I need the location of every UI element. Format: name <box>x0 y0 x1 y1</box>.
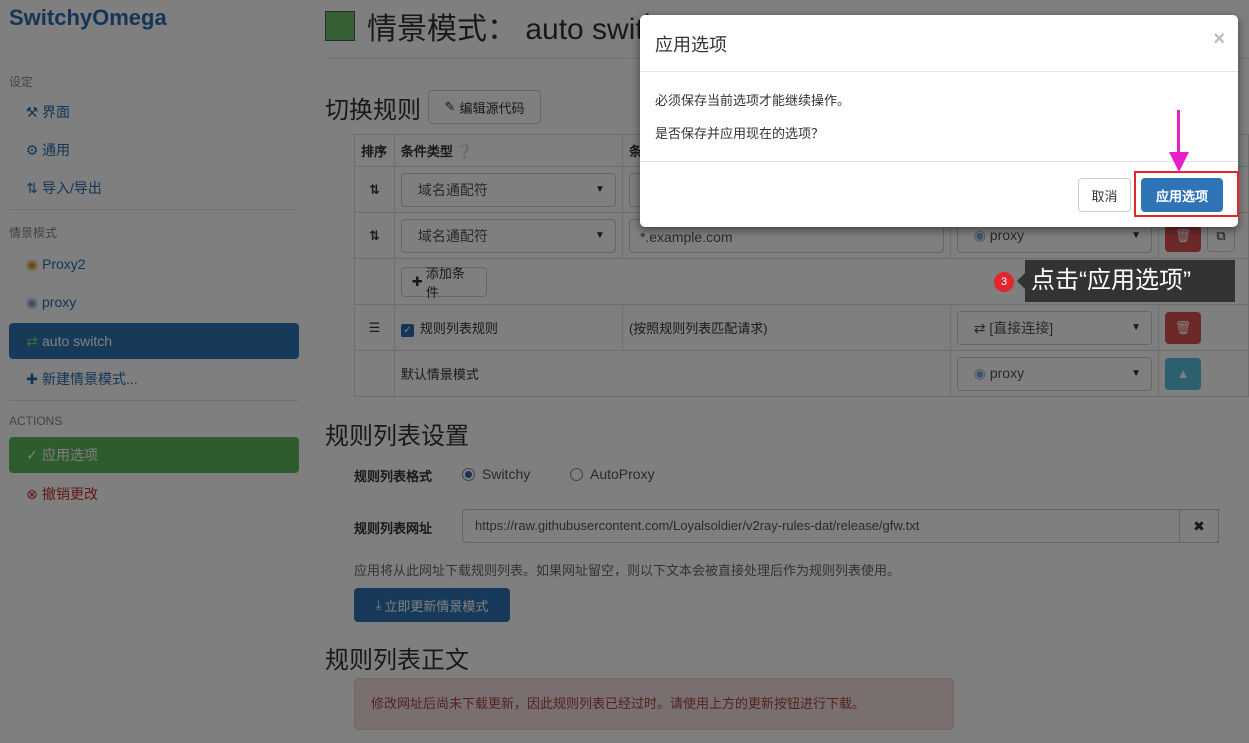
dialog-message: 必须保存当前选项才能继续操作。 <box>655 93 851 108</box>
dialog-question: 是否保存并应用现在的选项？ <box>655 126 825 141</box>
arrow-head-icon <box>1169 152 1189 172</box>
close-icon[interactable]: × <box>1213 28 1225 51</box>
instruction-callout: 点击“应用选项” <box>1017 260 1235 302</box>
dialog-title: 应用选项 <box>655 35 727 55</box>
cancel-button[interactable]: 取消 <box>1078 178 1131 212</box>
pointer-arrow-icon <box>1177 110 1180 155</box>
dialog-body: 必须保存当前选项才能继续操作。 是否保存并应用现在的选项？ <box>640 72 1238 162</box>
dialog-header: 应用选项 × <box>640 15 1238 72</box>
step-badge: 3 <box>994 272 1014 292</box>
highlight-box <box>1134 171 1239 217</box>
